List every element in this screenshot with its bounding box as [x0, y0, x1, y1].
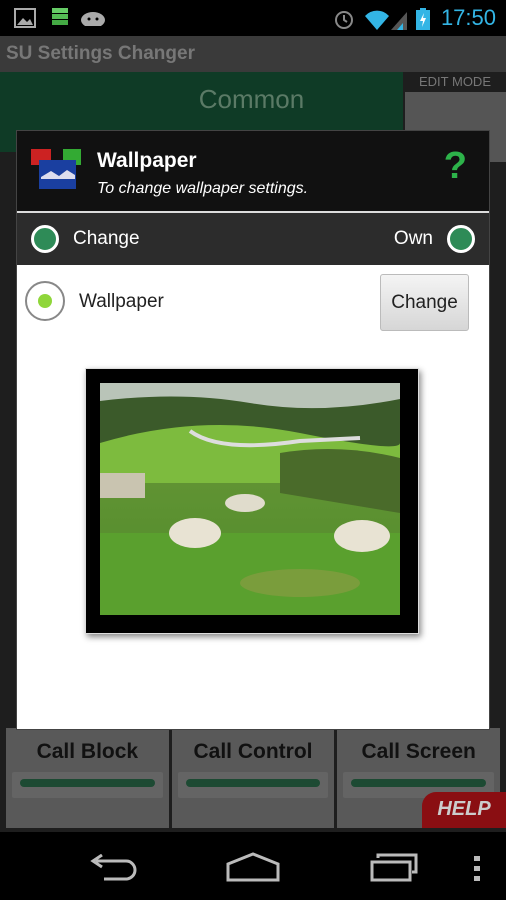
tile-call-control[interactable]: Call Control — [171, 728, 335, 828]
mode-row: Change Own — [17, 213, 489, 265]
wallpaper-preview[interactable] — [85, 368, 419, 634]
tile-label: Call Screen — [361, 740, 476, 763]
image-icon — [14, 8, 36, 28]
wifi-icon — [365, 10, 407, 30]
wallpaper-dialog: Wallpaper To change wallpaper settings. … — [16, 130, 490, 730]
edit-mode-label[interactable]: EDIT MODE — [405, 74, 505, 92]
overflow-menu-icon[interactable] — [474, 856, 482, 882]
back-icon[interactable] — [88, 854, 138, 882]
recent-apps-icon[interactable] — [370, 852, 420, 882]
app-title: SU Settings Changer — [0, 36, 506, 72]
status-bar: 17:50 — [0, 0, 506, 36]
wallpaper-label: Wallpaper — [79, 291, 164, 312]
change-wallpaper-button[interactable]: Change — [380, 274, 469, 331]
battery-charging-icon — [416, 8, 430, 30]
help-question-icon[interactable]: ? — [444, 145, 467, 188]
nav-bar — [0, 832, 506, 900]
tile-toggle[interactable] — [12, 772, 163, 798]
wallpaper-image — [100, 383, 400, 615]
own-mode-radio[interactable] — [447, 225, 475, 253]
dialog-title: Wallpaper — [97, 149, 197, 172]
wallpaper-app-icon — [31, 149, 81, 189]
alarm-icon — [335, 11, 353, 29]
dialog-subtitle: To change wallpaper settings. — [97, 180, 309, 197]
android-icon — [81, 12, 105, 26]
home-icon[interactable] — [226, 852, 280, 882]
wallpaper-radio[interactable] — [25, 281, 65, 321]
help-button[interactable]: HELP — [422, 792, 506, 828]
tile-toggle[interactable] — [177, 772, 329, 798]
wallpaper-row: Wallpaper Change — [17, 265, 489, 365]
tile-call-block[interactable]: Call Block — [6, 728, 169, 828]
own-mode-label[interactable]: Own — [394, 228, 433, 250]
change-mode-label[interactable]: Change — [73, 228, 140, 250]
clock: 17:50 — [440, 5, 496, 30]
storage-icon — [52, 8, 68, 25]
tile-label: Call Block — [36, 740, 139, 763]
dialog-header: Wallpaper To change wallpaper settings. … — [17, 131, 489, 213]
change-mode-radio[interactable] — [31, 225, 59, 253]
tile-label: Call Control — [193, 740, 313, 763]
